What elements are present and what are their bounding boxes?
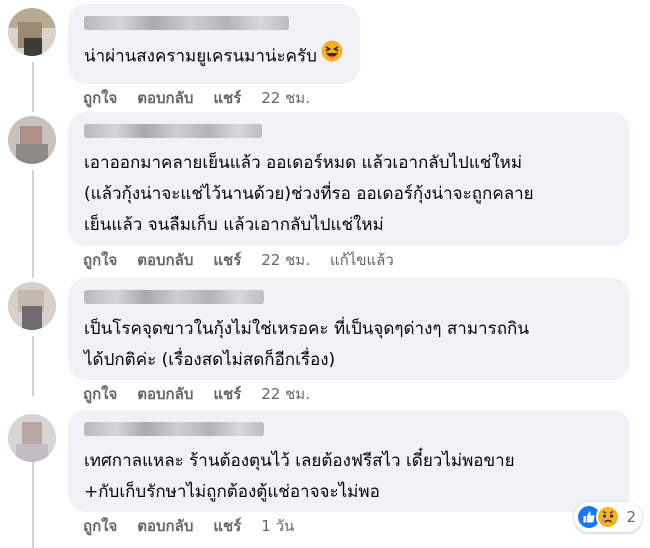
share-link[interactable]: แชร์ — [213, 514, 241, 538]
comment-actions: ถูกใจ ตอบกลับ แชร์ 22 ชม. — [83, 382, 310, 406]
comment-actions: ถูกใจ ตอบกลับ แชร์ 22 ชม. แก้ไขแล้ว — [83, 248, 394, 272]
avatar[interactable] — [8, 414, 56, 462]
comment-actions: ถูกใจ ตอบกลับ แชร์ 22 ชม. — [83, 86, 310, 110]
author-name-blurred[interactable] — [84, 124, 262, 138]
reply-link[interactable]: ตอบกลับ — [137, 514, 193, 538]
author-name-blurred[interactable] — [84, 422, 264, 436]
like-link[interactable]: ถูกใจ — [83, 248, 117, 272]
timestamp-link[interactable]: 22 ชม. — [261, 382, 310, 406]
comment-bubble: น่าผ่านสงครามยูเครนมาน่ะครับ — [68, 4, 360, 84]
edited-label[interactable]: แก้ไขแล้ว — [330, 248, 394, 272]
thread-line — [32, 170, 34, 278]
thread-line — [32, 62, 34, 112]
comment-actions: ถูกใจ ตอบกลับ แชร์ 1 วัน — [83, 514, 294, 538]
comment-bubble: เทศกาลแหละ ร้านต้องตุนไว้ เลยต้องฟรีสไว … — [68, 410, 630, 512]
timestamp-link[interactable]: 1 วัน — [261, 514, 294, 538]
comment-text: เอาออกมาคลายเย็นแล้ว ออเดอร์หมด แล้วเอาก… — [84, 153, 534, 235]
reply-link[interactable]: ตอบกลับ — [137, 248, 193, 272]
comment-text: น่าผ่านสงครามยูเครนมาน่ะครับ — [84, 40, 344, 73]
reaction-summary[interactable]: 2 — [574, 502, 642, 532]
sad-icon — [596, 505, 621, 529]
reaction-count: 2 — [626, 508, 636, 526]
author-name-blurred[interactable] — [84, 290, 264, 304]
reply-link[interactable]: ตอบกลับ — [137, 86, 193, 110]
share-link[interactable]: แชร์ — [213, 248, 241, 272]
author-name-blurred[interactable] — [84, 16, 289, 30]
timestamp-link[interactable]: 22 ชม. — [261, 86, 310, 110]
avatar[interactable] — [8, 8, 56, 56]
thread-line — [32, 336, 34, 396]
timestamp-link[interactable]: 22 ชม. — [261, 248, 310, 272]
like-link[interactable]: ถูกใจ — [83, 86, 117, 110]
comment-text: เป็นโรคจุดขาวในกุ้งไม่ใช่เหรอคะ ที่เป็นจ… — [84, 319, 529, 370]
avatar[interactable] — [8, 282, 56, 330]
like-link[interactable]: ถูกใจ — [83, 514, 117, 538]
reply-link[interactable]: ตอบกลับ — [137, 382, 193, 406]
comment-text: เทศกาลแหละ ร้านต้องตุนไว้ เลยต้องฟรีสไว … — [84, 451, 515, 502]
laughing-emoji-icon — [321, 40, 343, 73]
comment-bubble: เป็นโรคจุดขาวในกุ้งไม่ใช่เหรอคะ ที่เป็นจ… — [68, 278, 630, 380]
share-link[interactable]: แชร์ — [213, 86, 241, 110]
like-link[interactable]: ถูกใจ — [83, 382, 117, 406]
thread-line — [32, 456, 34, 548]
avatar[interactable] — [8, 116, 56, 164]
share-link[interactable]: แชร์ — [213, 382, 241, 406]
comment-bubble: เอาออกมาคลายเย็นแล้ว ออเดอร์หมด แล้วเอาก… — [68, 112, 630, 246]
